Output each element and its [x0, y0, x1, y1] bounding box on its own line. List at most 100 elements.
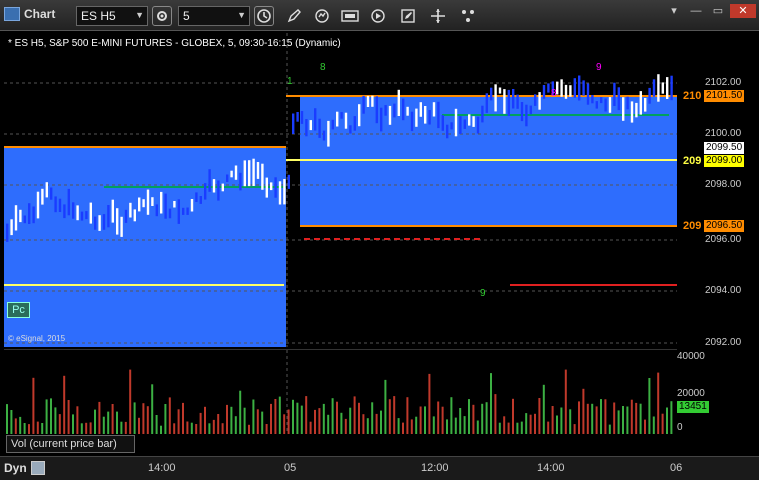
close-icon[interactable]: ✕	[730, 4, 756, 18]
volume-bar	[76, 406, 79, 434]
price-bar	[622, 97, 625, 121]
price-bar	[529, 105, 532, 115]
time-label: 06	[670, 462, 683, 474]
edge-label: 209	[683, 220, 702, 232]
clock-icon[interactable]	[254, 6, 274, 26]
price-bar	[63, 204, 66, 219]
volume-bar	[666, 407, 668, 434]
volume-bar	[300, 405, 303, 434]
symbol-combo[interactable]: ES H5 ▼	[76, 6, 148, 26]
minimize-icon[interactable]: —	[686, 4, 706, 18]
volume-bar	[494, 394, 497, 434]
price-bar	[160, 191, 163, 214]
price-bar	[116, 208, 119, 235]
volume-bar	[472, 404, 475, 434]
price-bar	[652, 79, 656, 97]
price-bar	[331, 119, 334, 130]
volume-bar	[397, 418, 400, 434]
edit-icon[interactable]	[398, 6, 418, 26]
price-bar	[287, 174, 290, 189]
price-bar	[292, 113, 295, 134]
volume-bar	[538, 398, 541, 434]
price-bar	[252, 158, 255, 186]
volume-bar	[639, 403, 642, 434]
settings-gear-icon[interactable]	[152, 6, 172, 26]
price-bar	[41, 188, 44, 205]
price-bar	[617, 87, 620, 111]
dyn-toggle-icon[interactable]	[31, 461, 45, 475]
price-axis[interactable]: 2102.00 2100.00 2098.00 2096.00 2094.00 …	[677, 33, 759, 348]
volume-bar	[630, 399, 633, 434]
price-bar	[415, 108, 418, 127]
dyn-label[interactable]: Dyn	[4, 461, 27, 475]
volume-pane[interactable]	[4, 349, 677, 434]
price-bar	[644, 98, 647, 112]
volume-bar	[503, 416, 506, 434]
volume-bar	[468, 399, 470, 434]
volume-bar	[454, 417, 457, 434]
price-bar	[582, 80, 585, 96]
volume-bar	[270, 403, 272, 434]
refresh-icon[interactable]	[312, 6, 332, 26]
price-bar	[177, 199, 180, 224]
price-bar	[173, 201, 176, 208]
price-bar	[138, 197, 141, 212]
volume-bar	[384, 379, 387, 434]
volume-current-tag: 13451	[677, 401, 709, 413]
volume-bar	[582, 388, 585, 434]
price-bar	[441, 115, 444, 131]
volume-bar	[199, 412, 202, 434]
volume-bar	[375, 413, 378, 434]
volume-bar	[635, 402, 638, 434]
price-bar	[560, 79, 563, 97]
volume-bar	[45, 399, 48, 434]
seq-count-label: 9	[480, 288, 486, 299]
volume-bar	[80, 423, 83, 434]
play-icon[interactable]	[368, 6, 388, 26]
volume-bar	[450, 397, 453, 434]
price-bar	[586, 83, 590, 105]
price-bar	[353, 116, 356, 131]
move-icon[interactable]	[428, 6, 448, 26]
volume-bar	[336, 401, 338, 434]
price-bar	[393, 103, 396, 118]
volume-bar	[419, 406, 422, 434]
volume-bar	[305, 396, 308, 434]
price-bar	[19, 209, 22, 223]
volume-bar	[186, 421, 189, 434]
volume-bar	[278, 396, 281, 434]
volume-bar	[146, 406, 149, 434]
maximize-icon[interactable]: ▭	[708, 4, 728, 18]
price-bar	[498, 87, 502, 94]
chart-title: * ES H5, S&P 500 E-MINI FUTURES - GLOBEX…	[8, 38, 341, 49]
dots-icon[interactable]	[458, 6, 478, 26]
pc-tag[interactable]: Pc	[7, 302, 30, 318]
volume-bars	[6, 369, 673, 434]
pencil-icon[interactable]	[284, 6, 304, 26]
volume-bar	[661, 413, 664, 434]
price-bar	[204, 183, 207, 200]
price-bar	[133, 209, 136, 222]
price-bar	[432, 102, 436, 117]
price-bar	[494, 84, 497, 112]
gallery-icon[interactable]	[340, 6, 360, 26]
volume-bar	[393, 396, 396, 434]
price-chart[interactable]	[4, 33, 677, 347]
seq-count-label: 8	[551, 88, 557, 99]
volume-bar	[463, 416, 466, 434]
volume-bar	[516, 422, 519, 434]
price-bar	[591, 95, 594, 104]
volume-bar	[644, 419, 646, 434]
price-bar	[336, 111, 339, 127]
volume-bar	[142, 403, 145, 434]
window-menu-icon[interactable]: ▾	[664, 4, 684, 18]
volume-study-tab[interactable]: Vol (current price bar)	[6, 435, 135, 453]
price-bar	[10, 219, 13, 236]
volume-bar	[459, 408, 462, 434]
price-bar	[564, 84, 568, 99]
price-bar	[542, 85, 546, 99]
volume-bar	[107, 411, 110, 434]
price-tick: 2100.00	[705, 128, 742, 139]
interval-combo[interactable]: 5 ▼	[178, 6, 250, 26]
volume-bar	[234, 416, 237, 434]
